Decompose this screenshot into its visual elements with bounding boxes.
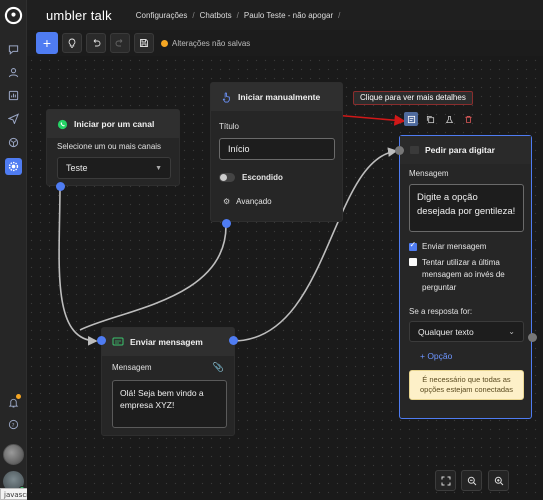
send-message-checkbox-row[interactable]: Enviar mensagem xyxy=(400,232,531,251)
advanced-row[interactable]: ⚙ Avançado xyxy=(211,182,342,206)
answer-type-select[interactable]: Qualquer texto ⌄ xyxy=(409,321,524,343)
node-actions-toolbar xyxy=(404,112,475,126)
zoom-out-button[interactable] xyxy=(461,470,482,491)
left-rail: ? xyxy=(0,0,27,500)
title-input[interactable]: Início xyxy=(219,138,335,160)
breadcrumb-item-current: Paulo Teste - não apogar xyxy=(243,10,334,20)
zoom-in-icon xyxy=(494,476,503,485)
copy-icon xyxy=(426,115,434,123)
editor-toolbar: + Alterações não salvas xyxy=(36,32,250,54)
title-field-label: Título xyxy=(219,122,240,131)
details-button[interactable] xyxy=(404,112,418,126)
whatsapp-icon xyxy=(57,119,68,129)
breadcrumb-item-configuracoes[interactable]: Configurações xyxy=(136,11,188,20)
send-output-port[interactable] xyxy=(229,336,238,345)
details-tooltip: Clique para ver mais detalhes xyxy=(353,91,473,105)
node-send-message[interactable]: Enviar mensagem Mensagem 📎 Olá! Seja bem… xyxy=(101,327,235,436)
ask-message-label: Mensagem xyxy=(409,169,449,178)
keyboard-icon xyxy=(410,146,419,154)
lightbulb-icon xyxy=(68,38,76,48)
add-option-link[interactable]: + Opção xyxy=(400,342,531,361)
if-answer-label: Se a resposta for: xyxy=(409,307,473,317)
brand-name: umbler talk xyxy=(46,7,112,23)
zoom-in-button[interactable] xyxy=(488,470,509,491)
gear-icon: ⚙ xyxy=(223,197,231,206)
save-icon xyxy=(140,39,148,47)
workspace-avatar[interactable] xyxy=(3,444,24,465)
send-icon[interactable] xyxy=(5,110,22,127)
chevron-down-icon: ▼ xyxy=(155,164,162,172)
notification-badge xyxy=(16,394,21,399)
hidden-toggle-row[interactable]: Escondido xyxy=(211,160,342,182)
hidden-toggle[interactable] xyxy=(219,173,235,182)
node-start-manually[interactable]: Iniciar manualmente Título Início Escond… xyxy=(210,82,343,222)
reports-icon[interactable] xyxy=(5,87,22,104)
test-button[interactable] xyxy=(442,112,456,126)
node-ask-to-type[interactable]: Pedir para digitar Mensagem Digite a opç… xyxy=(399,135,532,419)
use-last-checkbox-row[interactable]: Tentar utilizar a última mensagem ao inv… xyxy=(400,251,531,294)
top-bar: umbler talk Configurações / Chatbots / P… xyxy=(27,0,543,30)
add-block-button[interactable]: + xyxy=(36,32,58,54)
channel-select[interactable]: Teste ▼ xyxy=(57,157,171,179)
breadcrumb-item-chatbots[interactable]: Chatbots xyxy=(200,11,232,20)
node-start-by-channel[interactable]: Iniciar por um canal Selecione um ou mai… xyxy=(46,109,180,186)
trash-icon xyxy=(464,115,472,123)
notifications-bell-icon[interactable] xyxy=(5,394,22,411)
duplicate-button[interactable] xyxy=(423,112,437,126)
undo-button[interactable] xyxy=(86,33,106,53)
fit-view-icon xyxy=(441,476,450,485)
settings-icon[interactable] xyxy=(5,158,22,175)
chevron-down-icon: ⌄ xyxy=(508,327,515,337)
send-input-port[interactable] xyxy=(97,336,106,345)
undo-icon xyxy=(93,39,101,47)
ask-message-textarea[interactable]: Digite a opção desejada por gentileza! xyxy=(409,184,524,232)
details-icon xyxy=(407,115,415,123)
unsaved-status: Alterações não salvas xyxy=(161,39,250,48)
connections-warning: É necessário que todas as opções estejam… xyxy=(409,370,524,401)
redo-icon xyxy=(115,39,123,47)
tips-button[interactable] xyxy=(62,33,82,53)
chat-icon[interactable] xyxy=(5,41,22,58)
help-icon[interactable]: ? xyxy=(5,416,22,433)
flask-icon xyxy=(445,115,453,123)
warning-dot-icon xyxy=(161,39,168,47)
delete-button[interactable] xyxy=(461,112,475,126)
ask-input-port[interactable] xyxy=(395,146,404,155)
integrations-icon[interactable] xyxy=(5,134,22,151)
paperclip-icon[interactable]: 📎 xyxy=(213,362,224,373)
channel-output-port[interactable] xyxy=(56,182,65,191)
svg-text:?: ? xyxy=(12,423,15,429)
redo-button[interactable] xyxy=(110,33,130,53)
contacts-icon[interactable] xyxy=(5,64,22,81)
send-message-checkbox[interactable] xyxy=(409,240,417,251)
message-textarea[interactable]: Olá! Seja bem vindo a empresa XYZ! xyxy=(112,380,227,428)
breadcrumb: Configurações / Chatbots / Paulo Teste -… xyxy=(135,10,341,20)
zoom-out-icon xyxy=(467,476,476,485)
save-button[interactable] xyxy=(134,33,154,53)
ask-output-port[interactable] xyxy=(528,333,537,342)
message-field-label: Mensagem xyxy=(112,363,152,372)
channels-field-label: Selecione um ou mais canais xyxy=(57,142,162,151)
use-last-message-checkbox[interactable] xyxy=(409,258,417,266)
fit-view-button[interactable] xyxy=(435,470,456,491)
message-icon xyxy=(112,337,124,346)
hand-pointer-icon xyxy=(222,92,230,102)
umbler-logo-icon[interactable] xyxy=(4,6,23,25)
manual-output-port[interactable] xyxy=(222,219,231,228)
